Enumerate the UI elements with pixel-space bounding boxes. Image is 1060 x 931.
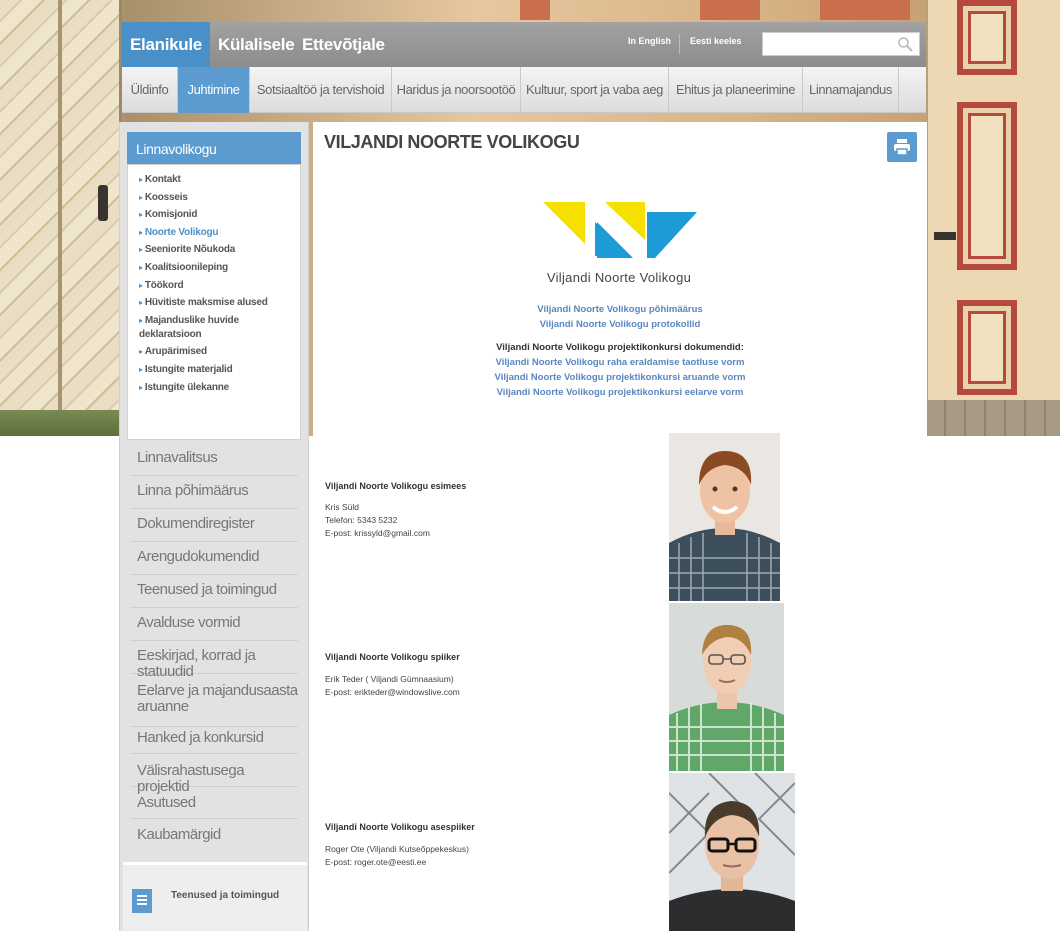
page-title: VILJANDI NOORTE VOLIKOGU (324, 132, 580, 152)
submenu-item-aruparimised[interactable]: ▸ Arupärimised (139, 345, 292, 359)
printer-icon (894, 139, 910, 156)
person-role: Viljandi Noorte Volikogu asespiiker (325, 822, 475, 832)
sidebar-item-arengudokumendid[interactable]: Arengudokumendid (130, 549, 298, 575)
arrow-right-icon: ▸ (139, 315, 143, 325)
submenu-item-komisjonid[interactable]: ▸ Komisjonid (139, 208, 292, 222)
door-handle-right (934, 232, 956, 240)
email-link[interactable]: E-post: krissyld@gmail.com (325, 527, 430, 540)
link-pohimaarus[interactable]: Viljandi Noorte Volikogu põhimäärus (525, 304, 715, 315)
subnav-sotsiaaltoo[interactable]: Sotsiaaltöö ja tervishoid (250, 67, 392, 113)
tab-elanikule[interactable]: Elanikule (122, 22, 210, 67)
sidebar-item-eelarve[interactable]: Eelarve ja majandusaasta aruanne (130, 683, 298, 727)
person-info: Roger Ote (Viljandi Kutseõppekeskus) E-p… (325, 844, 469, 869)
services-box-label: Teenused ja toimingud (171, 890, 280, 901)
arrow-right-icon: ▸ (139, 192, 143, 202)
arrow-right-icon: ▸ (139, 175, 143, 184)
sidebar-item-linnavalitsus[interactable]: Linnavalitsus (130, 450, 298, 476)
document-icon (132, 889, 152, 913)
sidebar-item-kaubamargid[interactable]: Kaubamärgid (130, 827, 298, 851)
person-role: Viljandi Noorte Volikogu spiiker (325, 652, 460, 662)
tab-kulalisele[interactable]: Külalisele (210, 22, 295, 67)
main-content: VILJANDI NOORTE VOLIKOGU Viljandi Noorte… (313, 122, 927, 931)
sub-navigation: Üldinfo Juhtimine Sotsiaaltöö ja tervish… (122, 67, 926, 113)
submenu-item-huvitiste[interactable]: ▸ Hüvitiste maksmise alused (139, 296, 292, 310)
sidebar-item-hanked[interactable]: Hanked ja konkursid (130, 730, 298, 754)
sidebar-submenu: ▸ Kontakt ▸ Koosseis ▸ Komisjonid ▸ Noorte V… (127, 164, 301, 440)
person-info: Erik Teder ( Viljandi Gümnaasium) E-post… (325, 674, 460, 699)
email-link[interactable]: E-post: roger.ote@eesti.ee (325, 856, 469, 869)
email-link[interactable]: E-post: erikteder@windowslive.com (325, 686, 460, 699)
sidebar-item-valisrahastus[interactable]: Välisrahastusega projektid (130, 763, 298, 795)
arrow-right-icon: ▸ (139, 245, 143, 255)
sidebar-item-asutused[interactable]: Asutused (130, 795, 298, 819)
arrow-right-icon: ▸ (139, 364, 143, 374)
submenu-item-istungite-materjalid[interactable]: ▸ Istungite materjalid (139, 363, 292, 377)
subnav-kultuur[interactable]: Kultuur, sport ja vaba aeg (521, 67, 669, 113)
arrow-right-icon: ▸ (139, 298, 143, 308)
sidebar-item-eeskirjad[interactable]: Eeskirjad, korrad ja statuudid (130, 648, 298, 680)
arrow-right-icon: ▸ (139, 347, 143, 357)
submenu-item-istungite-ulekanne[interactable]: ▸ Istungite ülekanne (139, 381, 292, 395)
arrow-right-icon: ▸ (139, 280, 143, 290)
link-protokollid[interactable]: Viljandi Noorte Volikogu protokollid (525, 319, 715, 330)
grass (0, 410, 122, 436)
sidebar-item-dokumendiregister[interactable]: Dokumendiregister (130, 516, 298, 542)
search-icon[interactable] (897, 36, 913, 52)
link-aruande-vorm[interactable]: Viljandi Noorte Volikogu projektikonkurs… (483, 372, 757, 383)
tab-ettevotjale[interactable]: Ettevõtjale (294, 22, 394, 67)
person-photo (669, 773, 795, 931)
subnav-ehitus[interactable]: Ehitus ja planeerimine (669, 67, 803, 113)
sidebar-item-teenused[interactable]: Teenused ja toimingud (130, 582, 298, 608)
subnav-juhtimine[interactable]: Juhtimine (178, 67, 250, 113)
lang-english-link[interactable]: In English (628, 36, 671, 46)
submenu-item-koalitsioonileping[interactable]: ▸ Koalitsioonileping (139, 261, 292, 275)
subnav-uldinfo[interactable]: Üldinfo (122, 67, 178, 113)
print-button[interactable] (887, 132, 917, 162)
submenu-item-tookord[interactable]: ▸ Töökord (139, 279, 292, 293)
person-photo (669, 603, 784, 771)
sidebar: Linnavolikogu ▸ Kontakt ▸ Koosseis ▸ Komisj… (119, 122, 309, 931)
sidebar-item-avalduse-vormid[interactable]: Avalduse vormid (130, 615, 298, 641)
services-box[interactable]: Teenused ja toimingud (123, 862, 307, 931)
search-input[interactable] (763, 33, 893, 55)
submenu-item-noorte-volikogu[interactable]: ▸ Noorte Volikogu (139, 226, 292, 240)
arrow-right-icon: ▸ (139, 227, 143, 237)
submenu-item-seeniorite-noukoda[interactable]: ▸ Seeniorite Nõukoda (139, 243, 292, 257)
logo-text: Viljandi Noorte Volikogu (546, 270, 692, 285)
door-handle-left (98, 185, 108, 221)
sidebar-item-pohimaarus[interactable]: Linna põhimäärus (130, 483, 298, 509)
lang-estonian-link[interactable]: Eesti keeles (690, 36, 742, 46)
person-info: Kris Süld Telefon: 5343 5232 E-post: kri… (325, 502, 430, 540)
link-taotluse-vorm[interactable]: Viljandi Noorte Volikogu raha eraldamise… (483, 357, 757, 368)
sidebar-item-linnavolikogu[interactable]: Linnavolikogu (127, 132, 301, 164)
link-eelarve-vorm[interactable]: Viljandi Noorte Volikogu projektikonkurs… (483, 387, 757, 398)
submenu-item-majanduslike-huvide[interactable]: ▸ Majanduslike huvide deklaratsioon (139, 314, 292, 342)
search-box (762, 32, 920, 56)
arrow-right-icon: ▸ (139, 262, 143, 272)
top-navigation: Elanikule Külalisele Ettevõtjale In Engl… (122, 22, 926, 67)
submenu-item-koosseis[interactable]: ▸ Koosseis (139, 191, 292, 205)
docs-heading: Viljandi Noorte Volikogu projektikonkurs… (496, 342, 744, 353)
person-role: Viljandi Noorte Volikogu esimees (325, 481, 467, 491)
subnav-haridus[interactable]: Haridus ja noorsootöö (392, 67, 521, 113)
submenu-item-kontakt[interactable]: ▸ Kontakt (139, 173, 292, 187)
subnav-linnamajandus[interactable]: Linnamajandus (803, 67, 899, 113)
arrow-right-icon: ▸ (139, 210, 143, 220)
arrow-right-icon: ▸ (139, 382, 143, 392)
person-photo (669, 433, 780, 601)
